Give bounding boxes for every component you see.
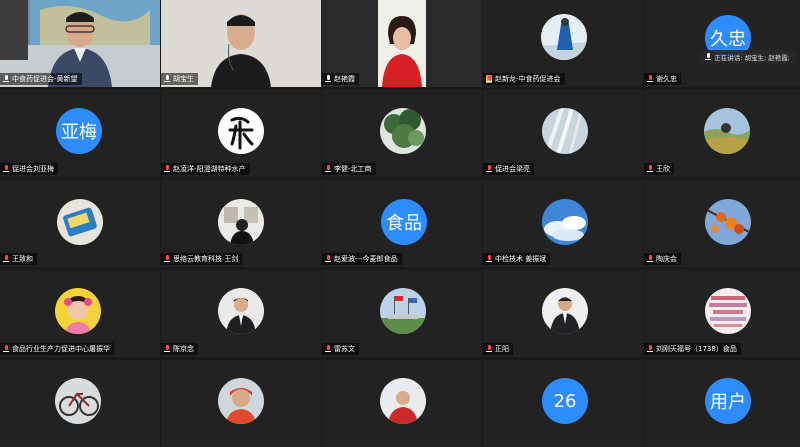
participant-tile[interactable]: 雷苏文 <box>322 270 482 357</box>
participant-tile[interactable]: 食品行业生产力促进中心屠振华 <box>0 270 160 357</box>
microphone-muted-icon <box>647 165 653 173</box>
gallery-view: 中食药促进会-黄新望 胡宝生 赵艳霞 赵新龙-中食药促进会 久忠 正在讲话: 胡… <box>0 0 800 447</box>
participant-tile[interactable]: 赵新龙-中食药促进会 <box>483 0 643 87</box>
participant-avatar <box>55 378 101 424</box>
participant-avatar <box>55 288 101 334</box>
microphone-muted-icon <box>647 75 653 83</box>
participant-avatar-letters: 用户 <box>705 378 751 424</box>
participant-tile[interactable]: 陶庆会 <box>644 180 800 267</box>
participant-name-label: 赵爱波---今麦郎食品 <box>322 253 402 265</box>
participant-tile[interactable]: 26 <box>483 360 643 447</box>
participant-name-label: 谢久忠 <box>644 73 681 85</box>
microphone-muted-icon <box>486 75 492 83</box>
microphone-muted-icon <box>3 255 9 263</box>
participant-name-label: 赵新龙-中食药促进会 <box>483 73 565 85</box>
participant-avatar <box>218 378 264 424</box>
participant-name-label: 王致和 <box>0 253 37 265</box>
participant-name-label: 思络云教育科技 王剑 <box>161 253 243 265</box>
participant-name-label: 食品行业生产力促进中心屠振华 <box>0 343 114 355</box>
participant-tile[interactable]: 中食药促进会-黄新望 <box>0 0 160 87</box>
participant-name-label: 刘刚天福号（1738）食品 <box>644 343 741 355</box>
microphone-icon <box>325 75 331 83</box>
participant-tile[interactable]: 中检技术 姜振斌 <box>483 180 643 267</box>
participant-tile[interactable] <box>161 360 321 447</box>
participant-avatar <box>218 288 264 334</box>
participant-avatar <box>542 108 588 154</box>
participant-avatar <box>380 378 426 424</box>
microphone-muted-icon <box>164 165 170 173</box>
microphone-muted-icon <box>325 165 331 173</box>
microphone-muted-icon <box>3 165 9 173</box>
participant-avatar <box>218 199 264 245</box>
participant-tile[interactable]: 久忠 正在讲话: 胡宝生; 赵艳霞; 谢久忠 <box>644 0 800 87</box>
participant-tile[interactable]: 陈京念 <box>161 270 321 357</box>
speaking-indicator: 正在讲话: 胡宝生; 赵艳霞; <box>699 50 796 64</box>
participant-name-label: 赵凌洋-阳澄湖特种水产 <box>161 163 250 175</box>
participant-name-label: 正阳 <box>483 343 513 355</box>
participant-tile[interactable]: 王致和 <box>0 180 160 267</box>
participant-tile[interactable]: 亚梅 促进会刘亚梅 <box>0 90 160 177</box>
participant-tile[interactable]: 刘刚天福号（1738）食品 <box>644 270 800 357</box>
participant-avatar-letters: 亚梅 <box>56 108 102 154</box>
participant-name-label: 陶庆会 <box>644 253 681 265</box>
participant-name-label: 促进会刘亚梅 <box>0 163 58 175</box>
participant-tile[interactable]: 用户 <box>644 360 800 447</box>
participant-name-label: 胡宝生 <box>161 73 198 85</box>
participant-tile[interactable] <box>322 360 482 447</box>
microphone-icon <box>705 53 712 61</box>
participant-tile[interactable]: 正阳 <box>483 270 643 357</box>
participant-tile[interactable] <box>0 360 160 447</box>
microphone-muted-icon <box>325 345 331 353</box>
participant-tile[interactable]: 食品 赵爱波---今麦郎食品 <box>322 180 482 267</box>
microphone-muted-icon <box>164 255 170 263</box>
participant-name-label: 促进会梁亮 <box>483 163 534 175</box>
participant-tile-active-speaker[interactable]: 胡宝生 <box>161 0 321 87</box>
participant-tile[interactable]: 王欣 <box>644 90 800 177</box>
microphone-icon <box>164 75 170 83</box>
participant-avatar <box>704 108 750 154</box>
participant-avatar-letters: 26 <box>542 378 588 424</box>
participant-name-label: 王欣 <box>644 163 674 175</box>
participant-avatar <box>541 14 587 60</box>
participant-avatar-letters: 食品 <box>381 199 427 245</box>
participant-avatar <box>542 199 588 245</box>
participant-name-label: 赵艳霞 <box>322 73 359 85</box>
microphone-muted-icon <box>486 255 492 263</box>
participant-avatar <box>705 199 751 245</box>
participant-tile[interactable]: 赵凌洋-阳澄湖特种水产 <box>161 90 321 177</box>
participant-tile[interactable]: 李健-北工商 <box>322 90 482 177</box>
microphone-muted-icon <box>486 345 492 353</box>
participant-avatar <box>57 199 103 245</box>
microphone-muted-icon <box>164 345 170 353</box>
participant-avatar <box>705 288 751 334</box>
participant-tile[interactable]: 促进会梁亮 <box>483 90 643 177</box>
microphone-icon <box>3 75 9 83</box>
participant-name-label: 中食药促进会-黄新望 <box>0 73 82 85</box>
participant-avatar <box>218 108 264 154</box>
microphone-muted-icon <box>325 255 331 263</box>
microphone-muted-icon <box>486 165 492 173</box>
participant-name-label: 雷苏文 <box>322 343 359 355</box>
participant-tile[interactable]: 思络云教育科技 王剑 <box>161 180 321 267</box>
participant-name-label: 中检技术 姜振斌 <box>483 253 551 265</box>
participant-avatar <box>380 108 426 154</box>
participant-tile[interactable]: 赵艳霞 <box>322 0 482 87</box>
participant-name-label: 李健-北工商 <box>322 163 376 175</box>
microphone-muted-icon <box>647 345 653 353</box>
participant-avatar <box>542 288 588 334</box>
microphone-muted-icon <box>647 255 653 263</box>
microphone-muted-icon <box>3 345 9 353</box>
participant-avatar <box>380 288 426 334</box>
participant-name-label: 陈京念 <box>161 343 198 355</box>
